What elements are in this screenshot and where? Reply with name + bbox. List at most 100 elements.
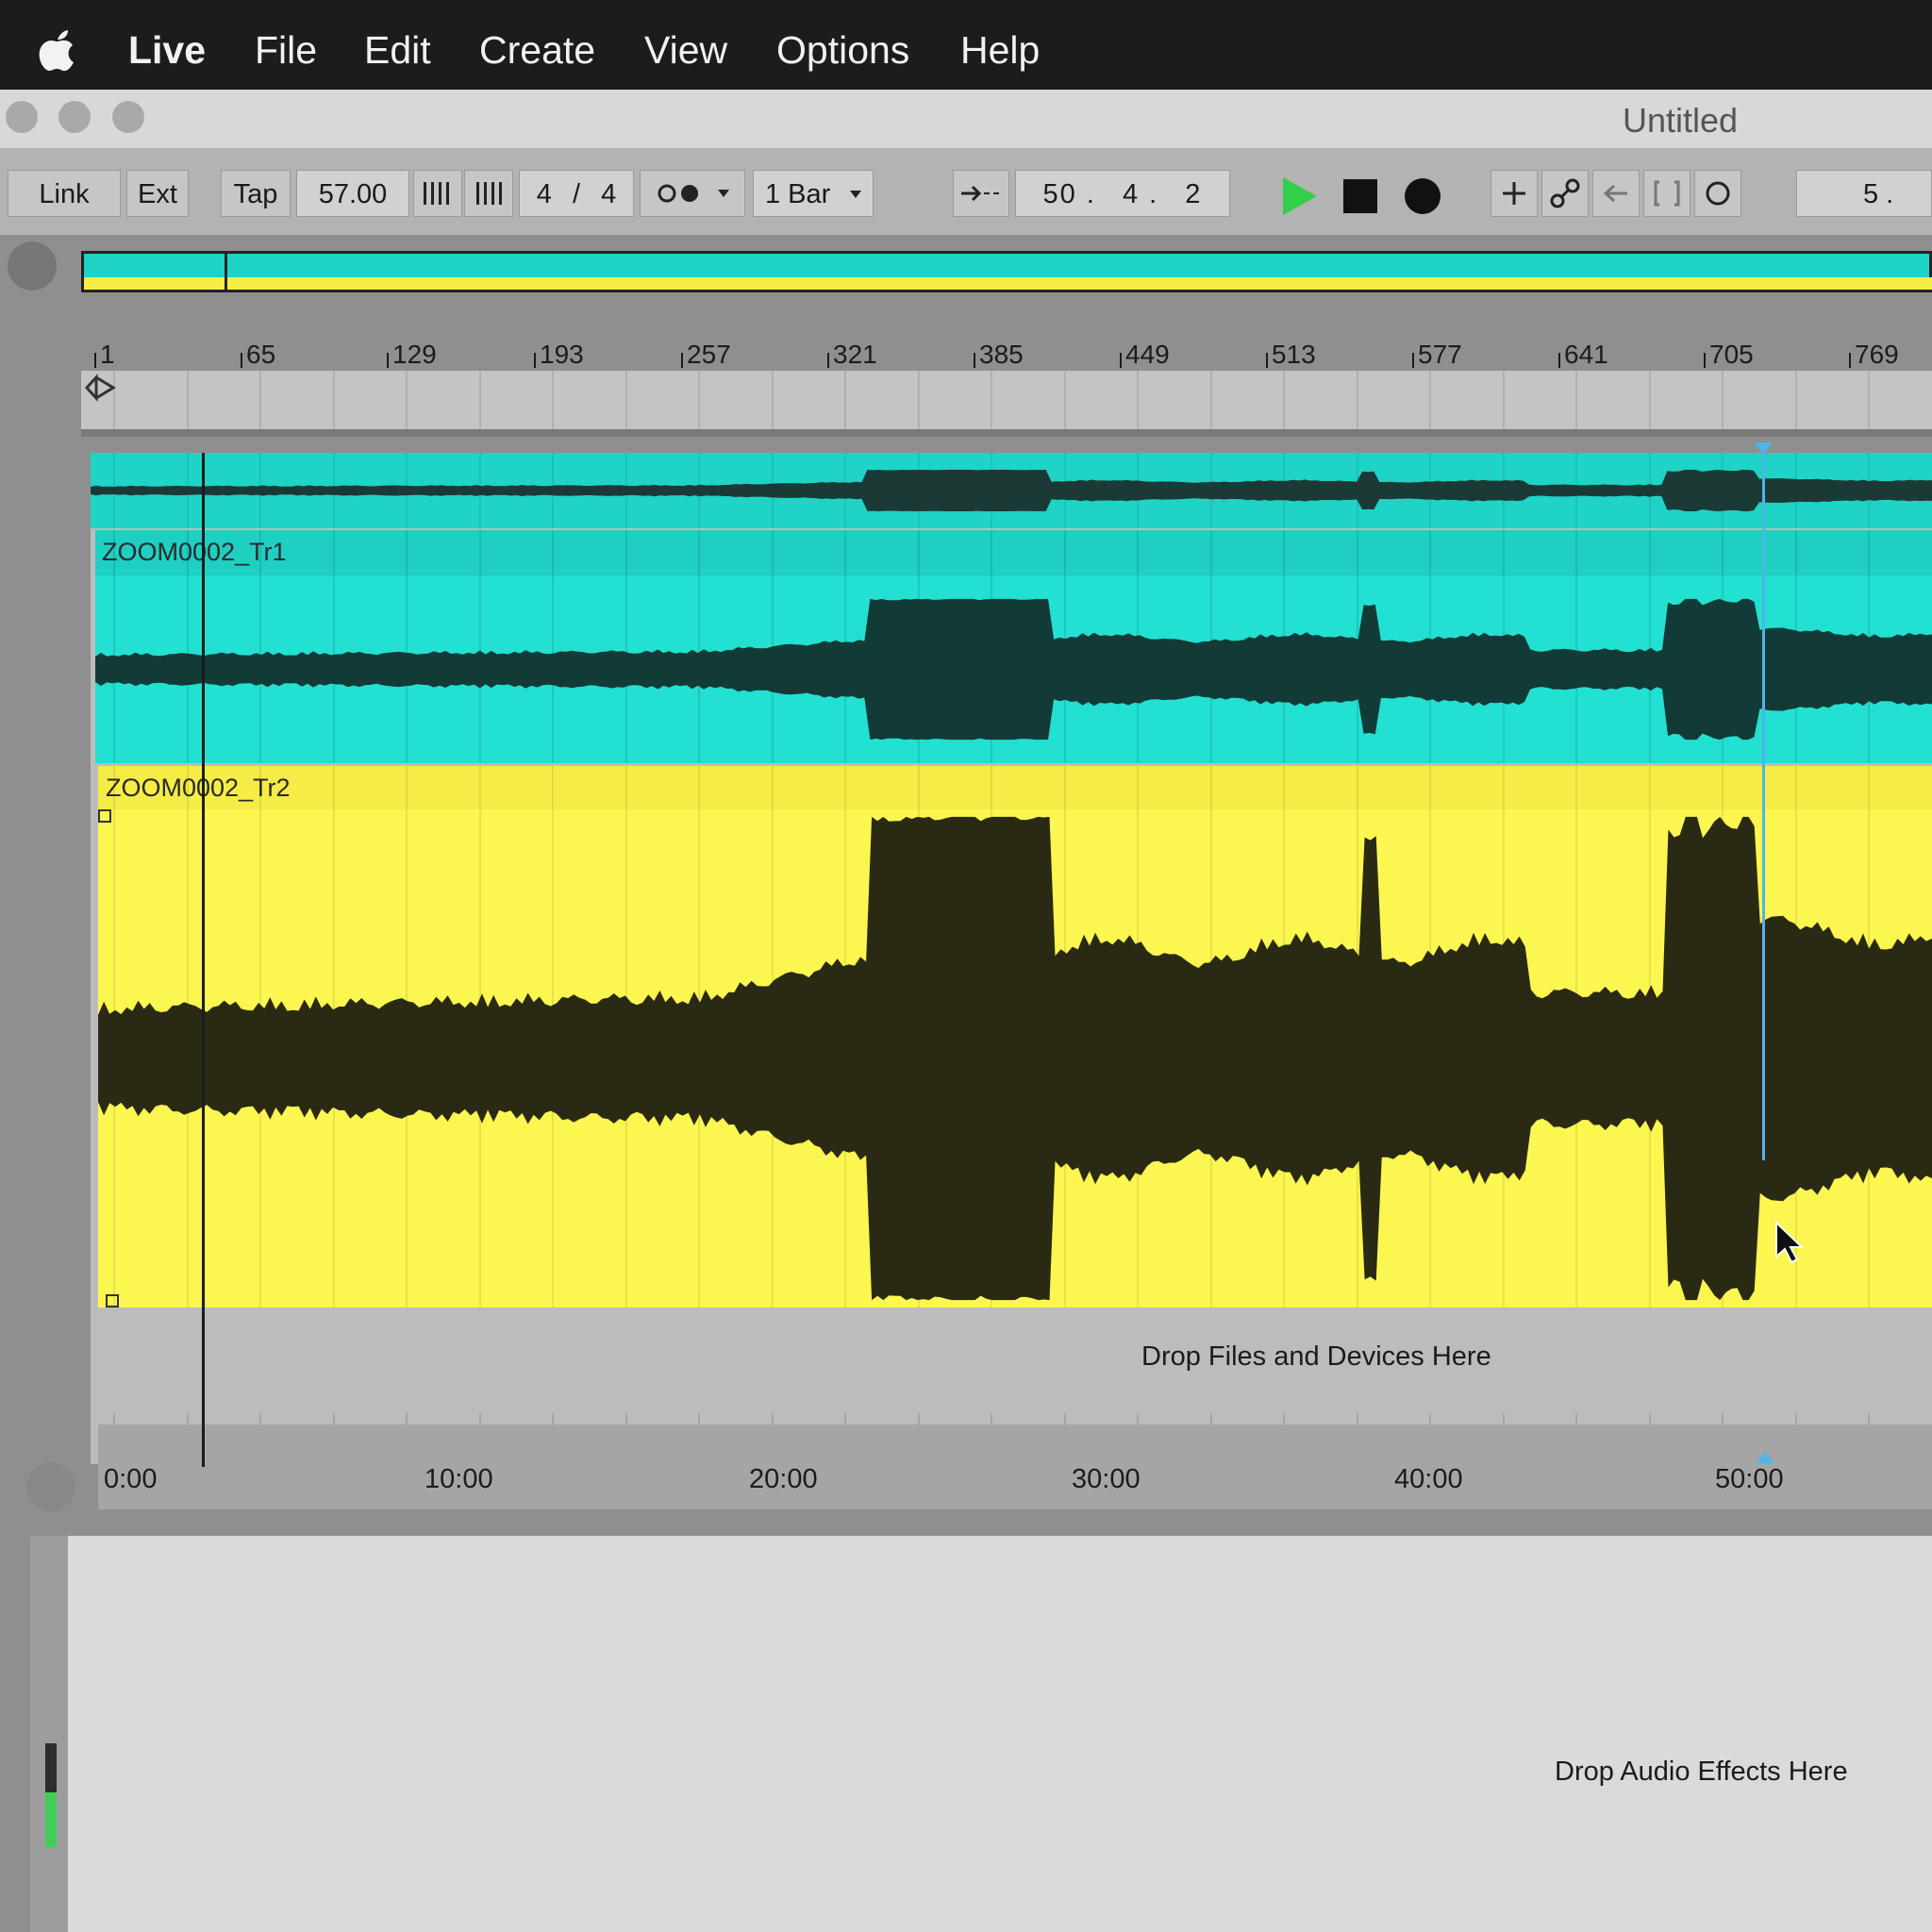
menu-create[interactable]: Create [479,28,595,73]
menu-options[interactable]: Options [776,28,909,73]
grid-line [1795,371,1797,429]
grid-line [1064,371,1066,429]
bar-tick [1704,353,1706,368]
playhead [202,453,205,1467]
fade-handle-icon[interactable] [98,809,111,823]
time-sig-numerator: 4 [536,179,552,209]
bar-number-321: 321 [833,340,877,369]
tap-tempo-button[interactable]: Tap [221,170,291,217]
track-fold-icon[interactable] [8,242,57,291]
loop-switch-button[interactable] [1694,170,1741,217]
automation-arm-button[interactable] [1541,170,1589,217]
grid-line [479,371,481,429]
ext-sync-button[interactable]: Ext [126,170,189,217]
nudge-down-icon [424,182,449,205]
drop-files-hint: Drop Files and Devices Here [1141,1341,1491,1372]
record-icon[interactable] [1404,177,1441,215]
tempo-field[interactable]: 57.00 [296,170,409,217]
clip-header-tr2[interactable] [98,766,1932,809]
follow-button[interactable] [953,170,1009,217]
play-icon[interactable] [1281,175,1319,217]
menu-edit[interactable]: Edit [364,28,431,73]
overview-track2-strip [84,277,1932,290]
bar-number-513: 513 [1272,340,1316,369]
menu-view[interactable]: View [644,28,727,73]
loop-bracket-icon [1654,180,1680,207]
add-button[interactable] [1491,170,1538,217]
back-to-arrangement-button[interactable] [1592,170,1640,217]
grid-line [844,371,846,429]
grid-line [1283,371,1285,429]
bar-number-1: 1 [100,340,115,369]
device-chain-view[interactable] [68,1536,1932,1932]
grid-line [918,371,920,429]
insert-marker [1762,443,1765,1160]
time-label: 50:00 [1715,1464,1784,1494]
quantize-value: 1 Bar [765,179,831,209]
grid-line [1722,371,1724,429]
drop-files-zone[interactable] [98,1311,1932,1413]
plus-icon [1503,182,1525,205]
chevron-down-icon [850,191,861,198]
grid-line [113,371,115,429]
grid-line [1429,371,1431,429]
bar-number-193: 193 [540,340,584,369]
punch-in-out-button[interactable] [1643,170,1690,217]
automation-lane-icon[interactable] [26,1462,75,1511]
bar-tick [534,353,536,368]
menu-file[interactable]: File [255,28,317,73]
bar-number-769: 769 [1855,340,1899,369]
clip-end-handle-icon[interactable] [106,1294,119,1307]
level-meter-fill [45,1792,57,1847]
start-marker-icon[interactable] [83,374,117,402]
minimize-window-button[interactable] [58,101,91,133]
zoom-window-button[interactable] [112,101,144,133]
bar-tick [241,353,242,368]
position-bar: 50 [1042,179,1077,209]
bar-number-641: 641 [1564,340,1608,369]
bar-number-65: 65 [246,340,276,369]
clip-name-tr2: ZOOM0002_Tr2 [106,774,291,802]
stop-icon[interactable] [1343,179,1377,213]
quantize-dropdown[interactable]: 1 Bar [753,170,874,217]
nudge-up-button[interactable] [464,170,513,217]
follow-arrow-icon [961,185,999,202]
detail-sidebar [30,1536,68,1932]
menu-help[interactable]: Help [960,28,1040,73]
link-button[interactable]: Link [8,170,121,217]
back-arrow-icon [1603,184,1627,203]
window-title: Untitled [1623,101,1739,140]
grid-line [772,371,774,429]
nudge-down-button[interactable] [413,170,462,217]
locator-strip[interactable] [81,371,1932,437]
bar-tick [94,353,96,368]
time-sig-denominator: 4 [601,179,617,209]
time-label: 10:00 [425,1464,493,1494]
bar-number-129: 129 [392,340,437,369]
grid-line [406,371,408,429]
position-beat: 4 [1122,179,1141,209]
bar-number-705: 705 [1709,340,1754,369]
loop-circle-icon [1706,181,1730,206]
automation-link-icon [1550,178,1580,208]
metronome-button[interactable] [640,170,745,217]
insert-marker-top-icon [1754,442,1773,454]
clip-header-tr1[interactable] [95,530,1932,575]
bar-tick [1558,353,1560,368]
time-signature-field[interactable]: 4 / 4 [519,170,634,217]
time-label: 40:00 [1394,1464,1463,1494]
grid-line [1503,371,1505,429]
grid-line [625,371,627,429]
metronome-icon [658,184,729,203]
apple-icon[interactable] [38,28,77,72]
grid-line [1868,371,1870,429]
drop-effects-hint: Drop Audio Effects Here [1555,1757,1848,1787]
menu-live[interactable]: Live [128,28,206,73]
loop-start-field[interactable]: 5 . [1796,170,1932,217]
time-ruler[interactable] [98,1424,1932,1509]
close-window-button[interactable] [6,101,38,133]
bar-tick [1849,353,1851,368]
song-position-field[interactable]: 50 . 4 . 2 [1015,170,1230,217]
mini-waveform [91,470,1932,511]
grid-line [552,371,554,429]
